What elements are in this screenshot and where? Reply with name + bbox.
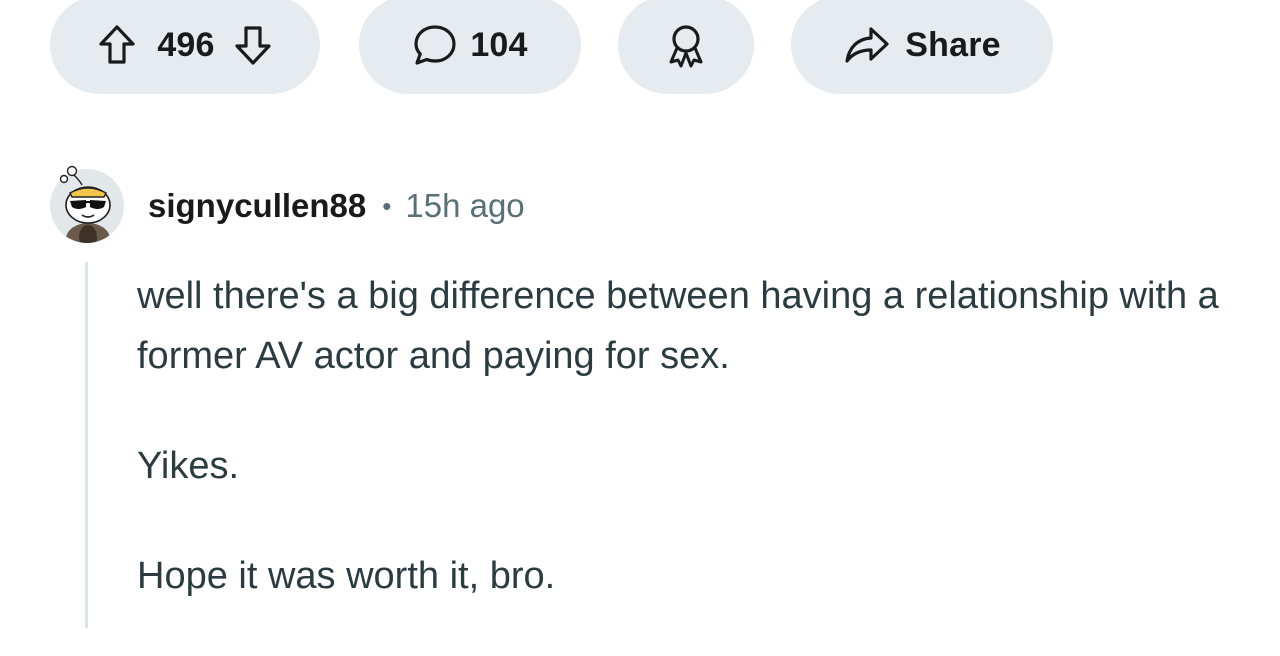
share-arrow-icon: [843, 25, 891, 65]
thread-line[interactable]: [85, 262, 88, 628]
comments-button[interactable]: 104: [359, 0, 581, 94]
comment-username[interactable]: signycullen88: [148, 187, 366, 225]
comment-paragraph: Hope it was worth it, bro.: [137, 555, 556, 597]
avatar[interactable]: [50, 165, 124, 243]
comment-paragraph: Yikes.: [137, 445, 240, 487]
meta-separator: •: [382, 190, 392, 221]
vote-pill: 496: [50, 0, 320, 94]
award-icon: [664, 22, 708, 68]
comment-count: 104: [470, 25, 528, 64]
comment-header: signycullen88 • 15h ago: [50, 165, 525, 244]
comment-timestamp: 15h ago: [405, 187, 525, 224]
post-action-bar: 496 104 Share: [0, 0, 1280, 96]
vote-count: 496: [157, 25, 215, 64]
downvote-icon[interactable]: [233, 24, 273, 66]
comment-bubble-icon: [412, 23, 458, 67]
comment-paragraph: well there's a big difference between ha…: [137, 275, 1219, 377]
share-button[interactable]: Share: [791, 0, 1053, 94]
upvote-icon[interactable]: [97, 24, 137, 66]
award-button[interactable]: [618, 0, 754, 94]
comment-body: well there's a big difference between ha…: [137, 266, 1257, 656]
share-label: Share: [905, 25, 1001, 64]
